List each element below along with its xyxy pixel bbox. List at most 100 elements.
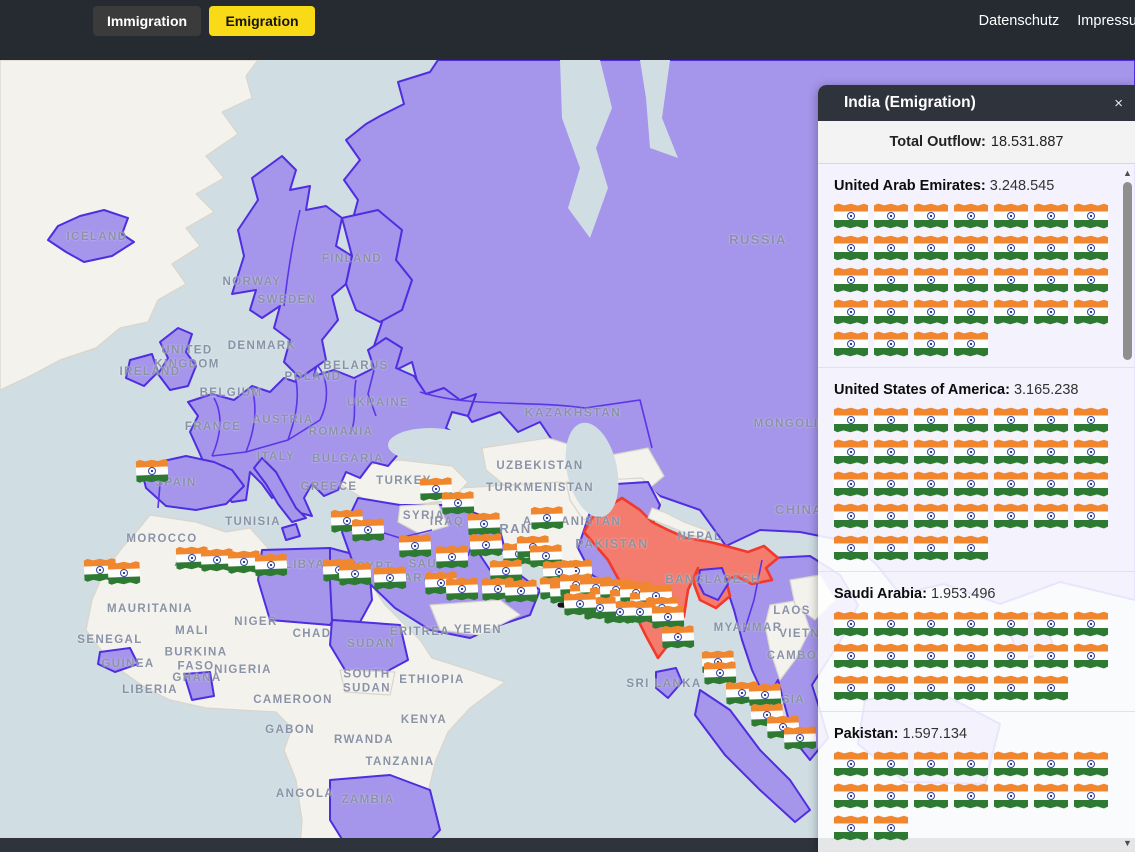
india-flag-marker[interactable] <box>564 591 597 616</box>
india-flag-marker[interactable] <box>442 490 475 515</box>
india-flag-icon <box>1034 267 1068 293</box>
india-flag-marker[interactable] <box>662 624 695 649</box>
india-flag-marker[interactable] <box>505 578 538 603</box>
link-impressum[interactable]: Impressum <box>1077 13 1135 29</box>
india-flag-icon <box>914 331 948 357</box>
india-flag-icon <box>994 203 1028 229</box>
india-flag-icon <box>1074 407 1108 433</box>
country-detail-panel: India (Emigration) × Total Outflow: 18.5… <box>818 85 1135 852</box>
india-flag-icon <box>1074 611 1108 637</box>
india-flag-icon <box>994 675 1028 701</box>
india-flag-icon <box>834 783 868 809</box>
india-flag-icon <box>1034 235 1068 261</box>
country-south-sudan <box>340 670 395 695</box>
india-flag-marker[interactable] <box>108 560 141 585</box>
india-flag-icon <box>874 267 908 293</box>
india-flag-icon <box>874 439 908 465</box>
india-flag-icon <box>954 503 988 529</box>
india-flag-icon <box>874 643 908 669</box>
immigration-button[interactable]: Immigration <box>93 6 201 36</box>
destination-title: Saudi Arabia: 1.953.496 <box>834 586 1111 602</box>
india-flag-icon <box>914 471 948 497</box>
india-flag-icon <box>954 643 988 669</box>
india-flag-icon <box>874 675 908 701</box>
country-yemen <box>430 600 520 635</box>
india-flag-icon <box>1074 299 1108 325</box>
india-flag-icon <box>1034 751 1068 777</box>
scroll-up-icon[interactable]: ▲ <box>1121 168 1134 178</box>
india-flag-icon <box>914 783 948 809</box>
destination-entry: Pakistan: 1.597.134 <box>818 712 1135 852</box>
link-datenschutz[interactable]: Datenschutz <box>979 13 1060 29</box>
india-flag-marker[interactable] <box>374 565 407 590</box>
india-flag-icon <box>914 235 948 261</box>
india-flag-icon <box>834 299 868 325</box>
india-flag-marker[interactable] <box>470 532 503 557</box>
india-flag-icon <box>834 815 868 841</box>
india-flag-icon <box>874 751 908 777</box>
india-flag-icon <box>1034 299 1068 325</box>
india-flag-icon <box>914 503 948 529</box>
india-flag-marker[interactable] <box>784 725 817 750</box>
india-flag-marker[interactable] <box>446 576 479 601</box>
emigration-button[interactable]: Emigration <box>209 6 315 36</box>
flag-grid <box>834 203 1111 357</box>
india-flag-icon <box>834 643 868 669</box>
india-flag-marker[interactable] <box>339 561 372 586</box>
india-flag-icon <box>994 751 1028 777</box>
india-flag-icon <box>994 407 1028 433</box>
panel-scroll-area[interactable]: United Arab Emirates: 3.248.545 United St… <box>818 164 1135 852</box>
india-flag-icon <box>994 611 1028 637</box>
country-united-kingdom <box>158 328 196 390</box>
scroll-down-icon[interactable]: ▼ <box>1121 838 1134 848</box>
india-flag-icon <box>1034 503 1068 529</box>
panel-scrollbar[interactable]: ▲ ▼ <box>1121 164 1134 852</box>
india-flag-icon <box>1034 675 1068 701</box>
india-flag-icon <box>874 407 908 433</box>
india-flag-icon <box>994 267 1028 293</box>
india-flag-marker[interactable] <box>468 511 501 536</box>
india-flag-marker[interactable] <box>749 682 782 707</box>
india-flag-icon <box>914 643 948 669</box>
india-flag-marker[interactable] <box>652 604 685 629</box>
india-flag-icon <box>1034 407 1068 433</box>
flag-grid <box>834 751 1111 841</box>
india-flag-marker[interactable] <box>436 544 469 569</box>
destination-value: 1.597.134 <box>898 726 967 742</box>
india-flag-marker[interactable] <box>704 660 737 685</box>
scrollbar-thumb[interactable] <box>1123 182 1132 360</box>
india-flag-marker[interactable] <box>399 533 432 558</box>
india-flag-icon <box>914 203 948 229</box>
india-flag-icon <box>954 235 988 261</box>
black-sea <box>388 428 472 462</box>
destination-list: United Arab Emirates: 3.248.545 United St… <box>818 164 1135 852</box>
destination-country: United States of America: <box>834 382 1010 398</box>
destination-country: Saudi Arabia: <box>834 586 927 602</box>
india-flag-icon <box>914 267 948 293</box>
country-sri-lanka <box>656 668 682 698</box>
india-flag-icon <box>1074 471 1108 497</box>
india-flag-icon <box>834 535 868 561</box>
india-flag-icon <box>954 471 988 497</box>
india-flag-icon <box>954 407 988 433</box>
india-flag-icon <box>874 235 908 261</box>
india-flag-icon <box>874 299 908 325</box>
india-flag-icon <box>954 611 988 637</box>
india-flag-icon <box>994 503 1028 529</box>
destination-value: 3.248.545 <box>986 178 1055 194</box>
india-flag-icon <box>1074 267 1108 293</box>
destination-entry: United Arab Emirates: 3.248.545 <box>818 164 1135 368</box>
india-flag-icon <box>874 535 908 561</box>
region-scandinavia <box>232 156 352 378</box>
india-flag-icon <box>874 783 908 809</box>
india-flag-marker[interactable] <box>352 517 385 542</box>
india-flag-marker[interactable] <box>531 505 564 530</box>
india-flag-icon <box>914 299 948 325</box>
india-flag-icon <box>834 267 868 293</box>
india-flag-marker[interactable] <box>255 552 288 577</box>
close-icon[interactable]: × <box>1114 95 1123 112</box>
india-flag-icon <box>874 611 908 637</box>
india-flag-icon <box>914 675 948 701</box>
country-ireland <box>126 354 158 386</box>
india-flag-marker[interactable] <box>136 458 169 483</box>
